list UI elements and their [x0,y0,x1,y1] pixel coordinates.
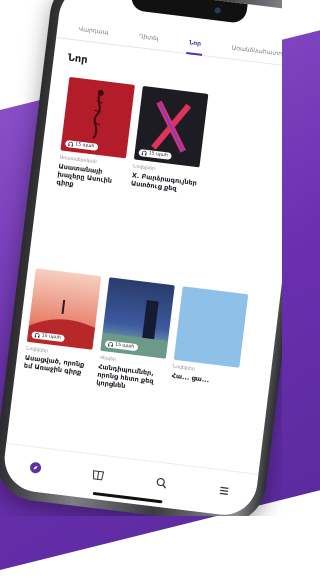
book-cover[interactable]: 15 պահ [26,268,102,350]
compass-icon [29,462,41,474]
book-cover[interactable]: 15 պահ [133,85,209,168]
nav-discover[interactable] [26,459,44,477]
duration-text: 15 պահ [74,142,95,150]
menu-icon [219,486,229,495]
phone-frame: Վարդապ Դիտել Նոր Առանձնահատուկ Նոր 15 պա… [0,0,282,516]
book-card[interactable]: 15 պահ Նովելներ X. Բարձրագույներ Աստծուց… [130,85,209,195]
book-card[interactable]: 15 պահ Առասպելական Ասատանայի խաչերը Ասու… [56,76,135,194]
tab-1[interactable]: Դիտել [138,25,160,49]
phone-screen: Վարդապ Դիտել Նոր Առանձնահատուկ Նոր 15 պա… [0,0,282,516]
book-cover[interactable]: 15 պահ [60,76,135,159]
book-card[interactable]: 15 պահ Վեպեր Հանդիպումներ, որոնց հետո քե… [96,277,175,394]
book-cover[interactable]: 15 պահ [100,277,175,359]
camera-icon [214,7,221,14]
duration-text: 15 պահ [148,151,169,159]
tab-2[interactable]: Նոր [188,31,203,54]
headphones-icon [34,333,40,338]
headphones-icon [141,150,147,156]
tab-bar: Վարդապ Դիտել Նոր Առանձնահատուկ [56,15,282,69]
bottom-nav [0,442,259,516]
book-cover[interactable] [173,286,249,368]
phone-mockup: Վարդապ Դիտել Նոր Առանձնահատուկ Նոր 15 պա… [0,0,282,516]
duration-text: 15 պահ [114,342,135,350]
duration-text: 15 պահ [41,333,61,341]
tab-0[interactable]: Վարդապ [77,18,109,43]
search-icon [156,477,166,489]
tab-3[interactable]: Առանձնահատուկ [230,37,282,66]
nav-search[interactable] [152,474,170,492]
book-card[interactable]: 15 պահ Նովելներ Ասացված, որոնք եմ Առաջին… [23,268,102,377]
phone-notch [130,0,248,24]
nav-library[interactable] [89,466,107,484]
headphones-icon [68,141,74,147]
nav-menu[interactable] [215,482,233,500]
section-title: Նոր [67,52,89,66]
book-card[interactable]: Նովելներ Հա... ցա... [171,286,249,387]
headphones-icon [108,342,113,347]
book-icon [93,470,105,481]
